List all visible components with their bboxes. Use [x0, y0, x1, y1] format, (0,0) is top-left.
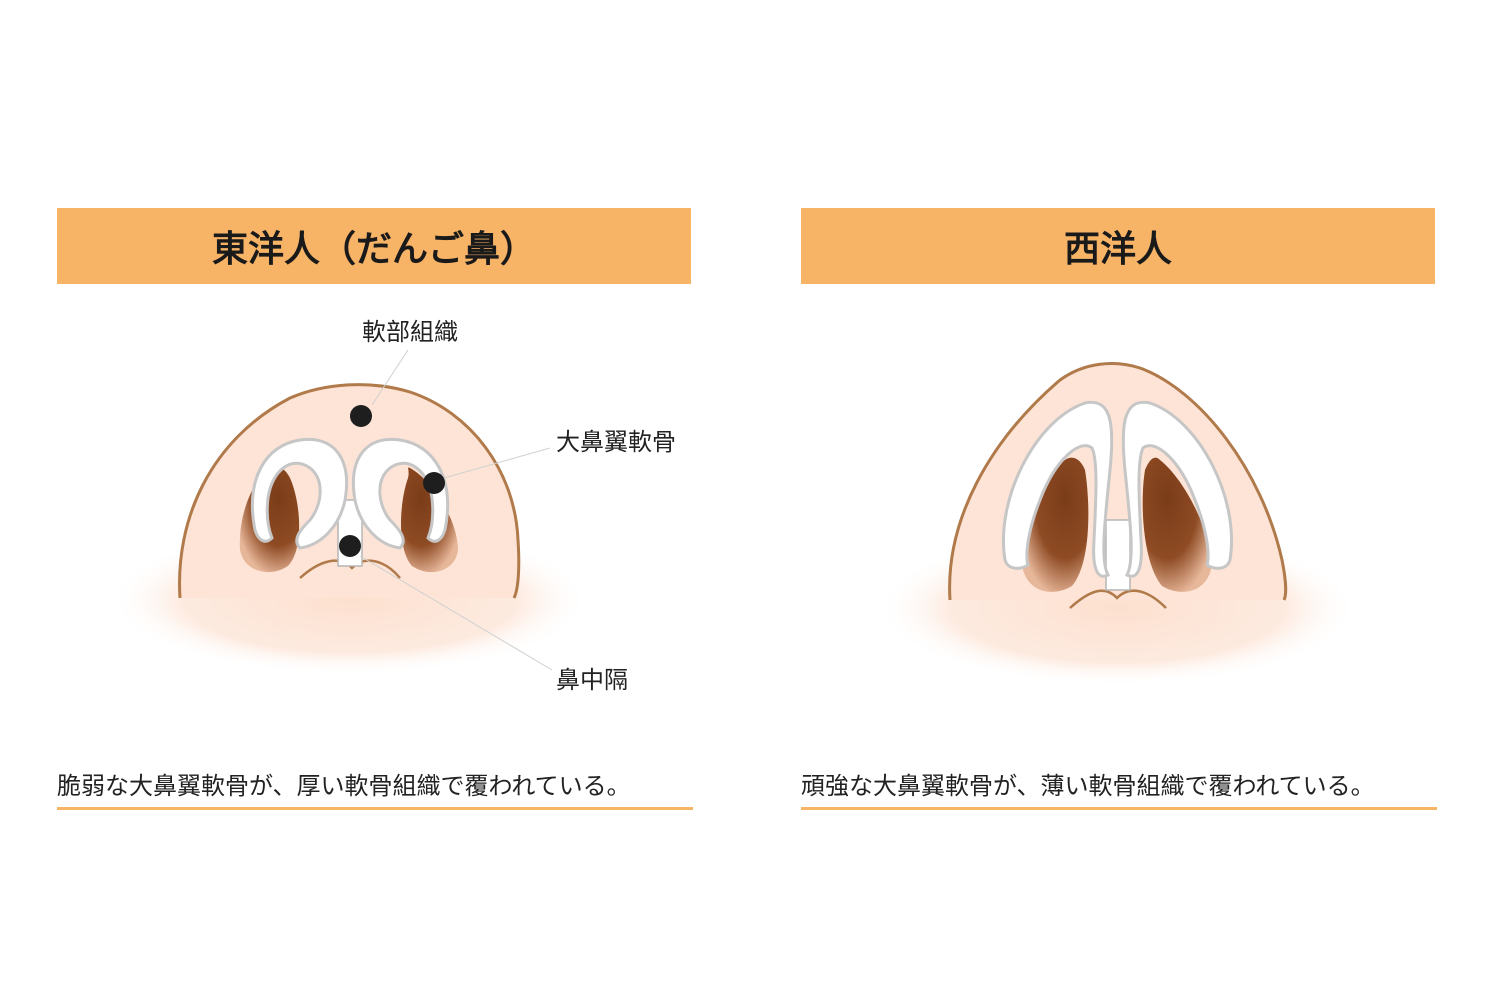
label-septum: 鼻中隔	[556, 666, 628, 694]
right-panel-caption: 頑強な大鼻翼軟骨が、薄い軟骨組織で覆われている。	[801, 766, 1437, 810]
label-soft-tissue: 軟部組織	[362, 318, 458, 346]
marker-alar-cartilage	[423, 472, 445, 494]
western-nose	[878, 362, 1358, 686]
label-alar-cartilage: 大鼻翼軟骨	[556, 428, 676, 456]
nose-diagrams	[110, 349, 1358, 686]
marker-septum	[339, 535, 361, 557]
east-asian-nose	[110, 349, 590, 675]
left-panel-caption: 脆弱な大鼻翼軟骨が、厚い軟骨組織で覆われている。	[57, 766, 693, 810]
right-septum	[1105, 519, 1131, 591]
marker-soft-tissue	[350, 405, 372, 427]
